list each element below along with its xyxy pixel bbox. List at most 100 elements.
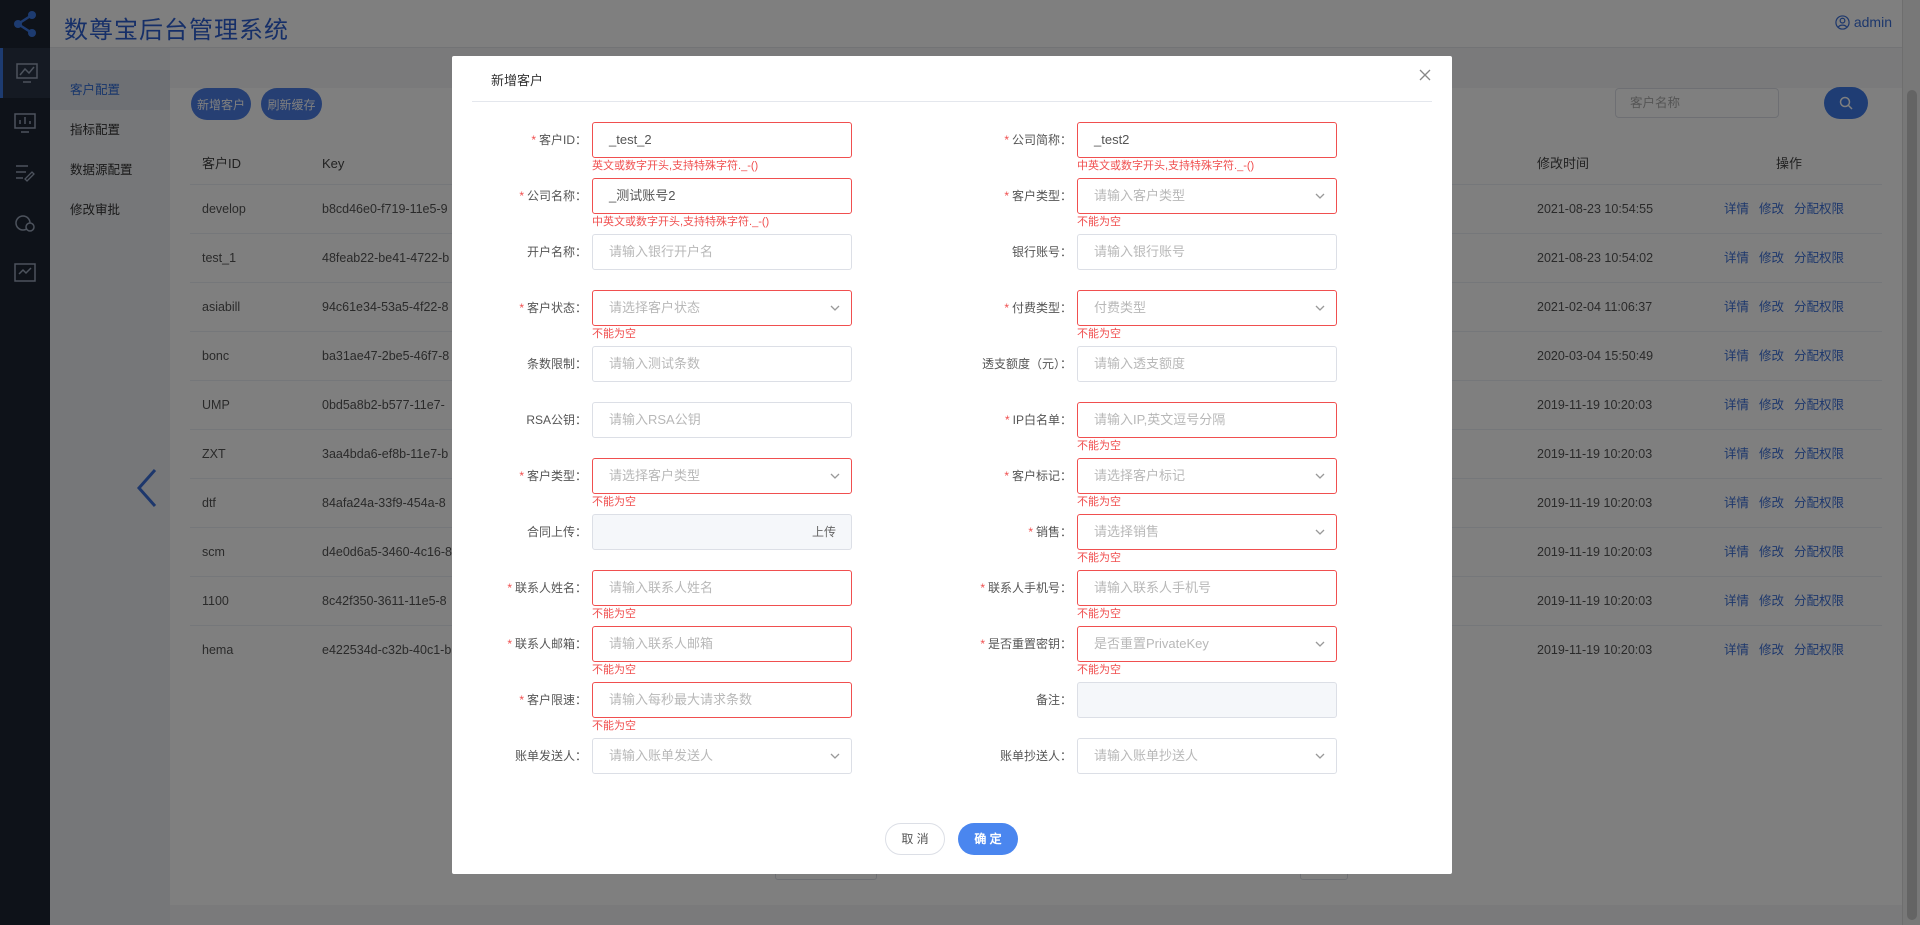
remark-textarea[interactable] bbox=[1077, 682, 1337, 718]
chevron-down-icon bbox=[1315, 473, 1325, 479]
upload-button[interactable]: 上传 bbox=[812, 515, 836, 549]
bill-cc-label: 账单抄送人： bbox=[952, 738, 1072, 774]
reset-key-label-text: 是否重置密钥： bbox=[987, 637, 1072, 651]
contact-email-label: * 联系人邮箱： bbox=[467, 626, 587, 662]
bank-account-label: 银行账号： bbox=[952, 234, 1072, 270]
bill-cc-select[interactable]: 请输入账单抄送人 bbox=[1077, 738, 1337, 774]
company-short-input[interactable]: _test2 bbox=[1077, 122, 1337, 158]
customer-type-label: * 客户类型： bbox=[467, 458, 587, 494]
count-limit-label: 条数限制： bbox=[467, 346, 587, 382]
rate-limit-input[interactable]: 请输入每秒最大请求条数 bbox=[592, 682, 852, 718]
reset-key-select[interactable]: 是否重置PrivateKey bbox=[1077, 626, 1337, 662]
bill-sender-label: 账单发送人： bbox=[467, 738, 587, 774]
chevron-down-icon bbox=[830, 753, 840, 759]
customer-tag-error: 不能为空 bbox=[1077, 496, 1121, 508]
customer-id-input[interactable]: _test_2 bbox=[592, 122, 852, 158]
customer-id-label: * 客户ID： bbox=[467, 122, 587, 158]
required-asterisk: * bbox=[507, 581, 512, 595]
contact-email-input[interactable]: 请输入联系人邮箱 bbox=[592, 626, 852, 662]
customer-type-top-label: * 客户类型： bbox=[952, 178, 1072, 214]
ip-whitelist-label: * IP白名单： bbox=[952, 402, 1072, 438]
required-asterisk: * bbox=[1028, 525, 1033, 539]
rate-limit-label-text: 客户限速： bbox=[526, 693, 587, 707]
contact-name-error: 不能为空 bbox=[592, 608, 636, 620]
customer-status-error: 不能为空 bbox=[592, 328, 636, 340]
contract-upload-label: 合同上传： bbox=[467, 514, 587, 550]
confirm-button[interactable]: 确 定 bbox=[958, 823, 1018, 855]
contact-name-placeholder: 请输入联系人姓名 bbox=[609, 580, 714, 595]
add-customer-dialog: 新增客户 * 客户ID： _test_2 英文或数字开头,支持特殊字符._-() * 公司… bbox=[452, 56, 1452, 874]
customer-type-error: 不能为空 bbox=[592, 496, 636, 508]
required-asterisk: * bbox=[519, 189, 524, 203]
customer-status-label-text: 客户状态： bbox=[526, 301, 587, 315]
required-asterisk: * bbox=[531, 133, 536, 147]
customer-type-top-label-text: 客户类型： bbox=[1011, 189, 1072, 203]
bill-sender-select[interactable]: 请输入账单发送人 bbox=[592, 738, 852, 774]
required-asterisk: * bbox=[1004, 469, 1009, 483]
pay-type-label-text: 付费类型： bbox=[1011, 301, 1072, 315]
contact-phone-placeholder: 请输入联系人手机号 bbox=[1094, 580, 1212, 595]
account-name-input[interactable]: 请输入银行开户名 bbox=[592, 234, 852, 270]
bill-sender-label-text: 账单发送人： bbox=[514, 749, 587, 763]
sales-error: 不能为空 bbox=[1077, 552, 1121, 564]
company-short-label: * 公司简称： bbox=[952, 122, 1072, 158]
sales-label-text: 销售： bbox=[1035, 525, 1072, 539]
bank-account-placeholder: 请输入银行账号 bbox=[1094, 244, 1186, 259]
rate-limit-placeholder: 请输入每秒最大请求条数 bbox=[609, 692, 753, 707]
rate-limit-error: 不能为空 bbox=[592, 720, 636, 732]
dialog-title: 新增客户 bbox=[491, 73, 544, 88]
bill-cc-label-text: 账单抄送人： bbox=[999, 749, 1072, 763]
remark-label: 备注： bbox=[952, 682, 1072, 718]
account-name-label: 开户名称： bbox=[467, 234, 587, 270]
close-icon[interactable] bbox=[1417, 67, 1433, 83]
sales-select[interactable]: 请选择销售 bbox=[1077, 514, 1337, 550]
required-asterisk: * bbox=[980, 581, 985, 595]
customer-id-label-text: 客户ID： bbox=[538, 133, 587, 147]
customer-type-top-error: 不能为空 bbox=[1077, 216, 1121, 228]
customer-type-top-select[interactable]: 请输入客户类型 bbox=[1077, 178, 1337, 214]
contact-phone-label-text: 联系人手机号： bbox=[987, 581, 1072, 595]
count-limit-input[interactable]: 请输入测试条数 bbox=[592, 346, 852, 382]
required-asterisk: * bbox=[519, 469, 524, 483]
overdraft-label: 透支额度（元）： bbox=[952, 346, 1072, 382]
rsa-key-placeholder: 请输入RSA公钥 bbox=[609, 412, 701, 427]
customer-tag-select[interactable]: 请选择客户标记 bbox=[1077, 458, 1337, 494]
required-asterisk: * bbox=[1004, 301, 1009, 315]
bill-cc-placeholder: 请输入账单抄送人 bbox=[1094, 748, 1199, 763]
chevron-down-icon bbox=[830, 305, 840, 311]
chevron-down-icon bbox=[1315, 305, 1325, 311]
bank-account-input[interactable]: 请输入银行账号 bbox=[1077, 234, 1337, 270]
ip-whitelist-placeholder: 请输入IP,英文逗号分隔 bbox=[1094, 412, 1226, 427]
contact-phone-label: * 联系人手机号： bbox=[952, 570, 1072, 606]
ip-whitelist-label-text: IP白名单： bbox=[1012, 413, 1072, 427]
customer-type-select[interactable]: 请选择客户类型 bbox=[592, 458, 852, 494]
customer-id-value: _test_2 bbox=[609, 132, 652, 147]
customer-tag-label-text: 客户标记： bbox=[1011, 469, 1072, 483]
rsa-key-input[interactable]: 请输入RSA公钥 bbox=[592, 402, 852, 438]
reset-key-error: 不能为空 bbox=[1077, 664, 1121, 676]
company-name-value: _测试账号2 bbox=[609, 188, 676, 203]
overdraft-input[interactable]: 请输入透支额度 bbox=[1077, 346, 1337, 382]
cancel-button[interactable]: 取 消 bbox=[885, 823, 945, 855]
contract-upload-upload[interactable]: 上传 bbox=[592, 514, 852, 550]
pay-type-error: 不能为空 bbox=[1077, 328, 1121, 340]
chevron-down-icon bbox=[1315, 641, 1325, 647]
remark-label-text: 备注： bbox=[1035, 693, 1072, 707]
chevron-down-icon bbox=[1315, 529, 1325, 535]
customer-type-label-text: 客户类型： bbox=[526, 469, 587, 483]
ip-whitelist-input[interactable]: 请输入IP,英文逗号分隔 bbox=[1077, 402, 1337, 438]
required-asterisk: * bbox=[519, 301, 524, 315]
contact-name-input[interactable]: 请输入联系人姓名 bbox=[592, 570, 852, 606]
pay-type-select[interactable]: 付费类型 bbox=[1077, 290, 1337, 326]
customer-status-select[interactable]: 请选择客户状态 bbox=[592, 290, 852, 326]
pay-type-label: * 付费类型： bbox=[952, 290, 1072, 326]
company-name-input[interactable]: _测试账号2 bbox=[592, 178, 852, 214]
overdraft-placeholder: 请输入透支额度 bbox=[1094, 356, 1186, 371]
contact-phone-input[interactable]: 请输入联系人手机号 bbox=[1077, 570, 1337, 606]
contact-name-label-text: 联系人姓名： bbox=[514, 581, 587, 595]
customer-id-error: 英文或数字开头,支持特殊字符._-() bbox=[592, 160, 759, 172]
company-short-error: 中英文或数字开头,支持特殊字符._-() bbox=[1077, 160, 1255, 172]
required-asterisk: * bbox=[519, 693, 524, 707]
rsa-key-label-text: RSA公钥： bbox=[526, 413, 587, 427]
required-asterisk: * bbox=[1004, 189, 1009, 203]
